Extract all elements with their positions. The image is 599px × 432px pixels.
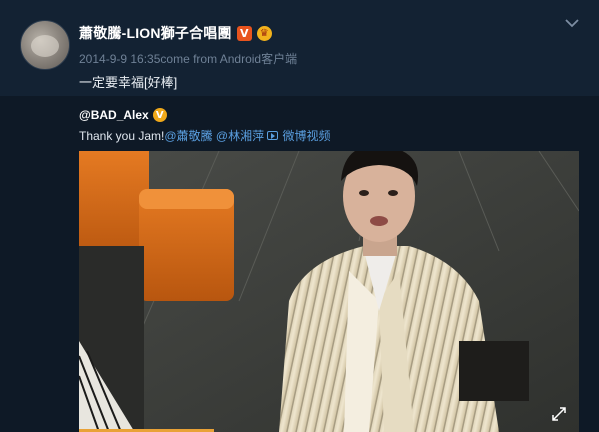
weibo-video-link-label: 微博视频	[282, 129, 331, 143]
member-crown-icon: ♛	[256, 25, 272, 41]
repost-author-username[interactable]: @BAD_Alex	[79, 108, 149, 122]
original-post: 蕭敬騰-LION獅子合唱團 V ♛ 2014-9-9 16:35come fro…	[0, 0, 599, 96]
repost-author-row: @BAD_Alex V	[79, 107, 167, 123]
repost-text: Thank you Jam! @蕭敬騰 @林湘萍 微博视频	[79, 127, 330, 144]
verified-badge-icon: V	[236, 25, 252, 41]
video-player[interactable]	[79, 151, 579, 432]
mention-link-2[interactable]: @林湘萍	[216, 127, 264, 144]
mention-link-1[interactable]: @蕭敬騰	[164, 127, 212, 144]
reposted-post: @BAD_Alex V Thank you Jam! @蕭敬騰 @林湘萍 微博视…	[0, 96, 599, 432]
author-avatar[interactable]	[20, 20, 70, 70]
weibo-video-link[interactable]: 微博视频	[267, 127, 330, 144]
author-username[interactable]: 蕭敬騰-LION獅子合唱團	[79, 23, 232, 43]
post-meta: 2014-9-9 16:35come from Android客户端	[79, 52, 298, 66]
repost-text-prefix: Thank you Jam!	[79, 128, 165, 143]
gold-verified-badge-icon: V	[152, 108, 167, 122]
video-icon	[267, 131, 279, 140]
post-text: 一定要幸福[好棒]	[79, 75, 178, 90]
chevron-down-icon[interactable]	[563, 16, 581, 30]
author-row: 蕭敬騰-LION獅子合唱團 V ♛	[79, 24, 272, 42]
video-frame	[79, 151, 579, 432]
expand-icon[interactable]	[551, 406, 567, 422]
